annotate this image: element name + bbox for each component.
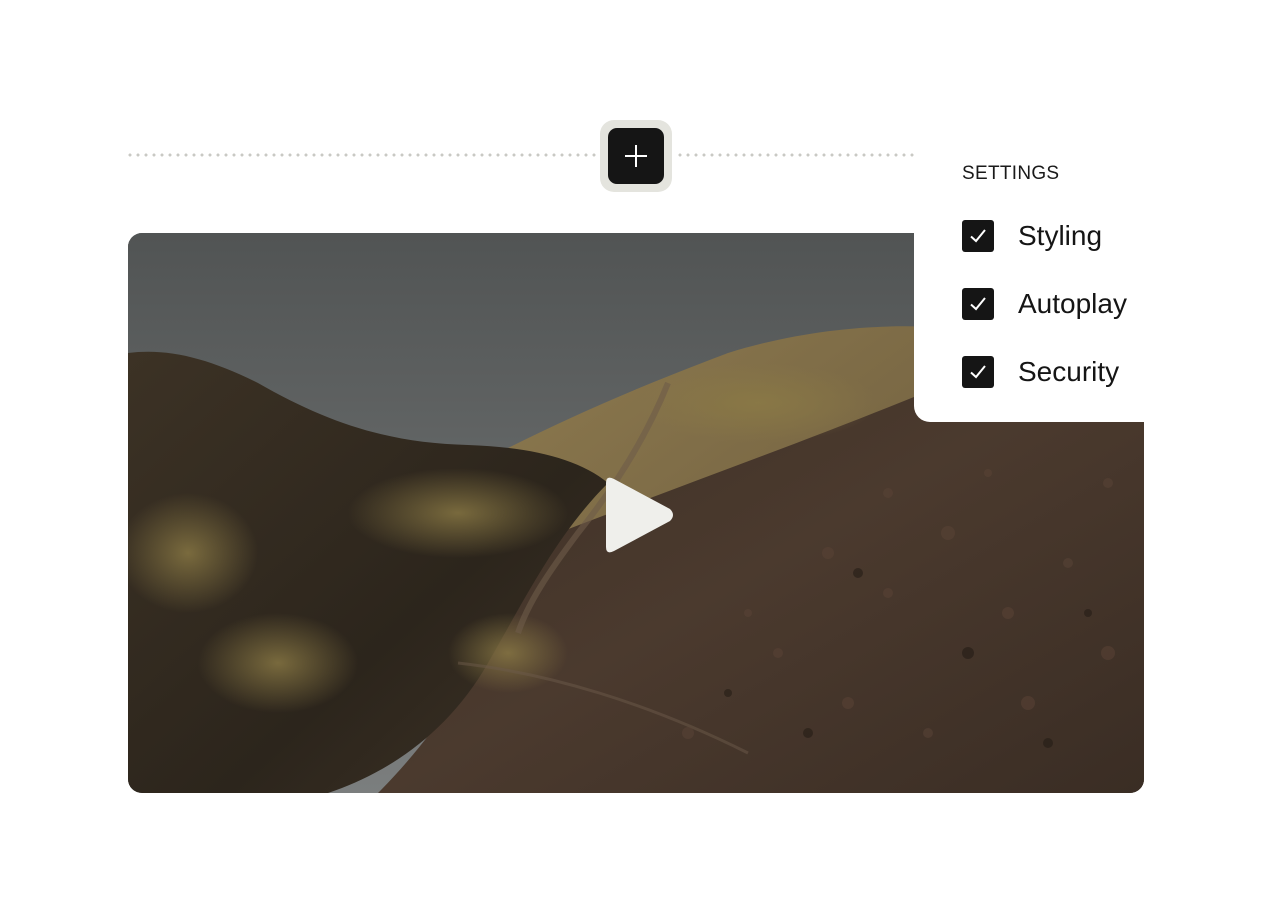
insert-divider-left xyxy=(126,153,598,157)
security-checkbox[interactable] xyxy=(962,356,994,388)
plus-icon xyxy=(625,145,647,167)
option-security[interactable]: Security xyxy=(962,355,1119,389)
option-styling[interactable]: Styling xyxy=(962,219,1102,253)
option-label: Autoplay xyxy=(1018,288,1127,319)
settings-title: SETTINGS xyxy=(962,163,1060,184)
add-block-button-ring xyxy=(600,120,672,192)
insert-divider-right xyxy=(676,153,914,157)
option-label: Security xyxy=(1018,356,1120,387)
checkmark-icon xyxy=(970,365,986,379)
editor-canvas: SETTINGS Styling Autoplay Security xyxy=(0,0,1272,920)
add-block-button[interactable] xyxy=(608,128,664,184)
play-icon[interactable] xyxy=(598,475,678,555)
option-autoplay[interactable]: Autoplay xyxy=(962,287,1127,321)
checkmark-icon xyxy=(970,297,986,311)
styling-checkbox[interactable] xyxy=(962,220,994,252)
option-label: Styling xyxy=(1018,220,1103,251)
checkmark-icon xyxy=(970,229,986,243)
settings-panel: SETTINGS Styling Autoplay Security xyxy=(914,126,1144,422)
autoplay-checkbox[interactable] xyxy=(962,288,994,320)
